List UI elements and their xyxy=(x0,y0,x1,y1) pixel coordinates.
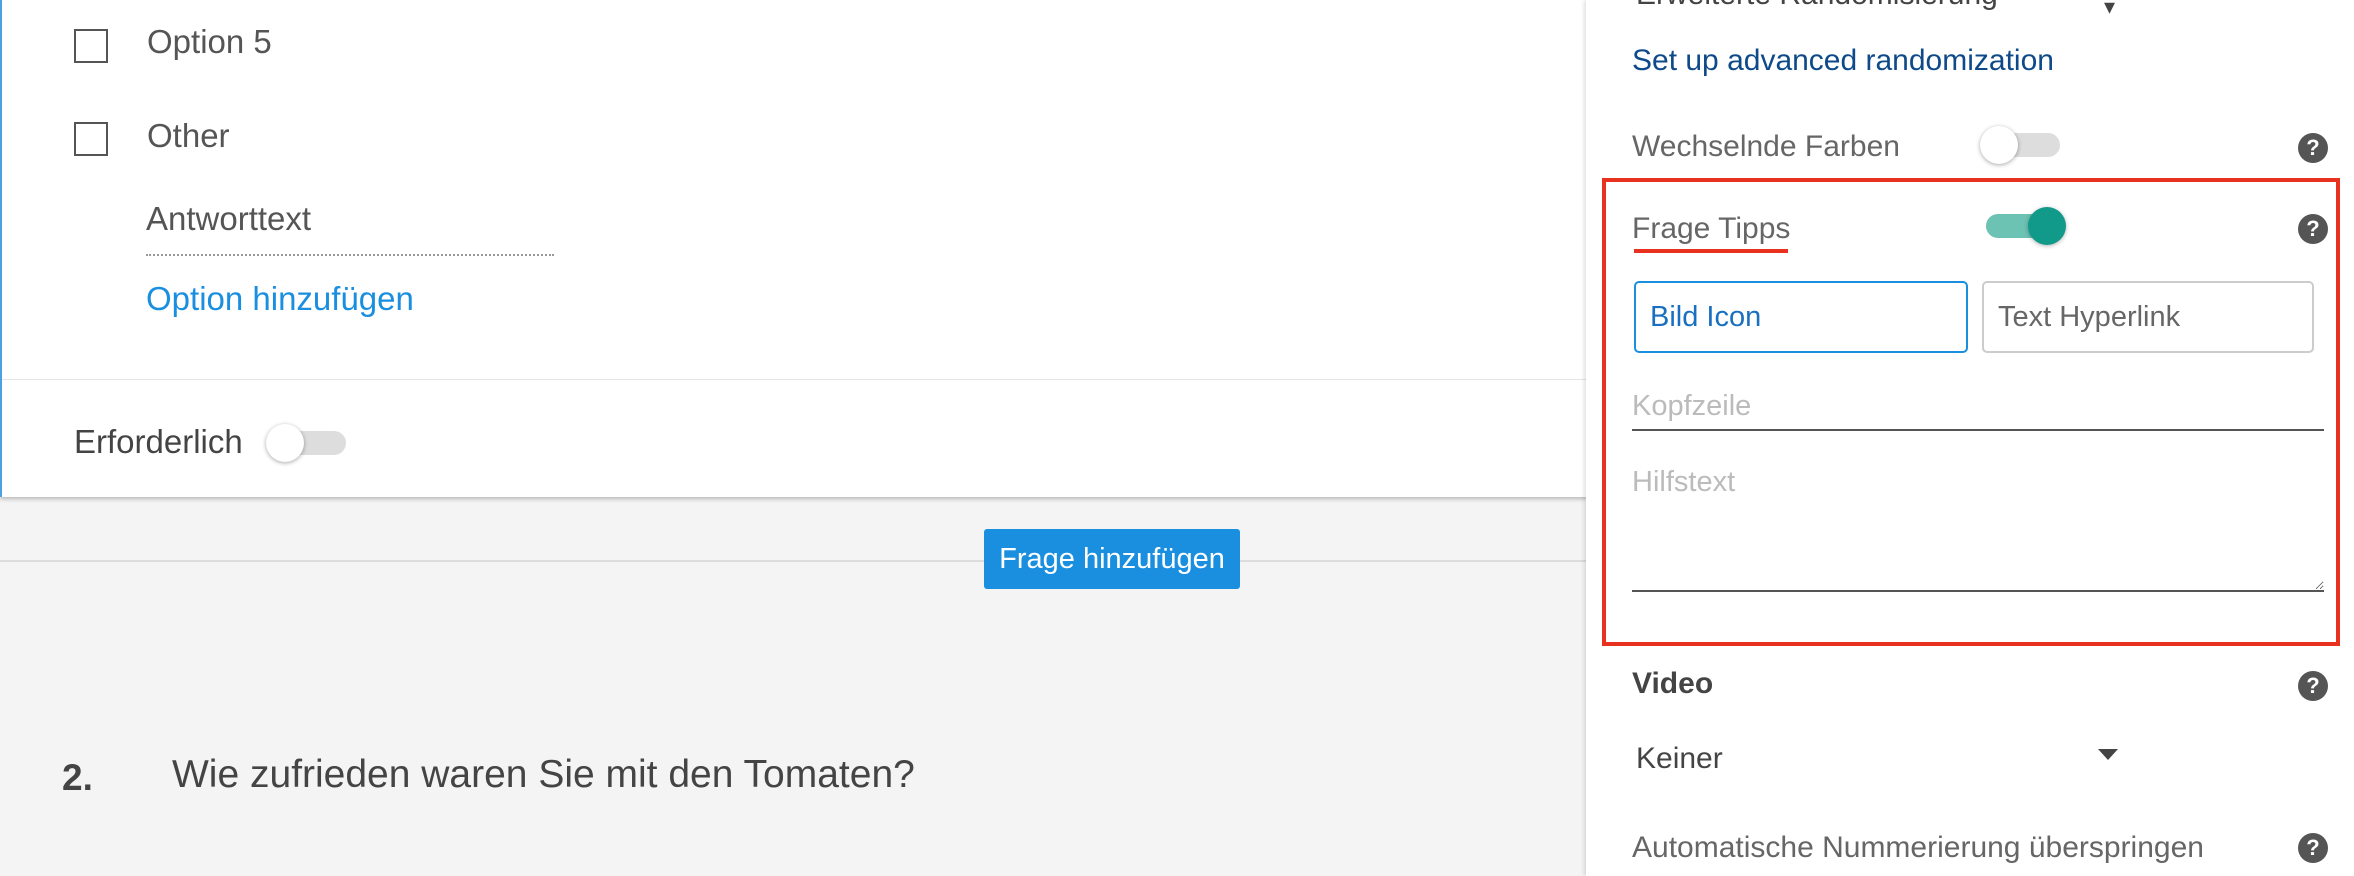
option-checkbox[interactable] xyxy=(74,29,108,63)
toggle-knob xyxy=(266,424,304,462)
question-title[interactable]: Wie zufrieden waren Sie mit den Tomaten? xyxy=(172,753,915,797)
option-label[interactable]: Other xyxy=(147,117,230,155)
settings-panel: Erweiterte Randomisierung ▾ Set up advan… xyxy=(1586,0,2354,876)
advanced-randomization-link[interactable]: Set up advanced randomization xyxy=(1632,44,2054,78)
alternating-colors-toggle[interactable] xyxy=(1980,126,2060,164)
toggle-knob xyxy=(2028,207,2066,245)
skip-numbering-label: Automatische Nummerierung überspringen xyxy=(1632,831,2204,864)
help-text-field[interactable] xyxy=(1632,466,2324,592)
tab-image-icon[interactable]: Bild Icon xyxy=(1634,281,1968,353)
option-label[interactable]: Option 5 xyxy=(147,23,272,61)
video-label: Video xyxy=(1632,667,1714,700)
help-icon[interactable]: ? xyxy=(2298,833,2328,863)
highlight-underline xyxy=(1634,249,1788,253)
required-toggle[interactable] xyxy=(266,424,346,462)
answer-text-field[interactable]: Antworttext xyxy=(146,196,554,256)
section-divider xyxy=(0,560,1586,562)
required-label: Erforderlich xyxy=(74,423,243,460)
divider xyxy=(2,379,1588,380)
help-icon[interactable]: ? xyxy=(2298,214,2328,244)
help-icon[interactable]: ? xyxy=(2298,671,2328,701)
randomization-select[interactable]: Erweiterte Randomisierung xyxy=(1636,0,1998,12)
chevron-down-icon: ▾ xyxy=(2104,0,2116,19)
header-field[interactable] xyxy=(1632,383,2324,431)
option-row[interactable] xyxy=(74,119,108,159)
option-checkbox[interactable] xyxy=(74,122,108,156)
toggle-knob xyxy=(1980,126,2018,164)
help-icon[interactable]: ? xyxy=(2298,133,2328,163)
question-tips-toggle[interactable] xyxy=(1986,207,2066,245)
video-select[interactable]: Keiner xyxy=(1636,742,1723,776)
option-row[interactable] xyxy=(74,26,108,66)
add-option-link[interactable]: Option hinzufügen xyxy=(146,280,414,318)
tab-text-hyperlink[interactable]: Text Hyperlink xyxy=(1982,281,2314,353)
chevron-down-icon[interactable] xyxy=(2098,749,2118,760)
alternating-colors-label: Wechselnde Farben xyxy=(1632,130,1900,163)
question-tips-label: Frage Tipps xyxy=(1632,212,1791,245)
question-card: Option 5 Other Antworttext Option hinzuf… xyxy=(0,0,1588,497)
add-question-button[interactable]: Frage hinzufügen xyxy=(984,529,1240,589)
question-number: 2. xyxy=(62,757,93,798)
